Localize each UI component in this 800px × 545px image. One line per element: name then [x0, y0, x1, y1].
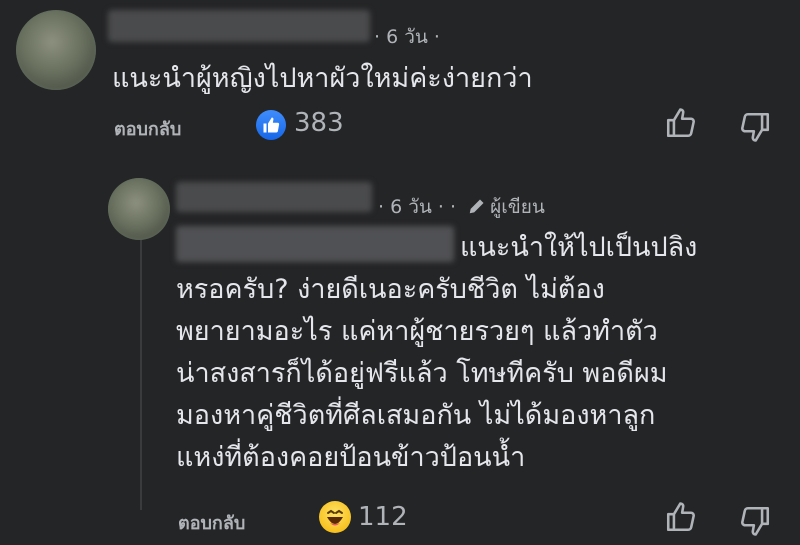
pencil-icon [469, 199, 484, 214]
reaction-count[interactable]: 383 [294, 108, 344, 138]
thumbs-up-icon[interactable] [664, 106, 698, 140]
author-badge: ผู้เขียน [468, 192, 545, 222]
reply-line-1: แนะนำให้ไปเป็นปลิง [176, 226, 776, 269]
comment-text: แนะนำผู้หญิงไปหาผัวใหม่ค่ะง่ายกว่า [112, 63, 533, 94]
reply-button[interactable]: ตอบกลับ [114, 114, 181, 143]
reply-button-2[interactable]: ตอบกลับ [178, 508, 245, 537]
replier-name-redacted[interactable] [176, 182, 372, 212]
reply-time[interactable]: · 6 วัน · · [378, 192, 456, 222]
thread-line [140, 240, 142, 510]
reply-timestamp[interactable]: · 6 วัน · · ผู้เขียน [378, 192, 545, 222]
reply-line-6: แหง่ที่ต้องคอยป้อนข้าวป้อนน้ำ [176, 442, 526, 473]
thumbs-up-icon-2[interactable] [664, 500, 698, 534]
haha-icon [319, 501, 351, 533]
replier-avatar[interactable] [108, 178, 170, 240]
thumbs-down-icon[interactable] [738, 110, 772, 144]
reply-line-2: หรอครับ? ง่ายดีเนอะครับชีวิต ไม่ต้อง [176, 274, 605, 305]
commenter-name-redacted[interactable] [108, 10, 370, 42]
commenter-avatar[interactable] [16, 10, 96, 90]
reply-text: แนะนำให้ไปเป็นปลิง หรอครับ? ง่ายดีเนอะคร… [176, 226, 776, 479]
like-icon [256, 110, 286, 140]
reply-line-5: มองหาคู่ชีวิตที่ศีลเสมอกัน ไม่ได้มองหาลู… [176, 400, 656, 431]
mention-redacted[interactable] [176, 226, 454, 262]
reply-line-1-text: แนะนำให้ไปเป็นปลิง [460, 232, 698, 263]
thumbs-down-icon-2[interactable] [738, 504, 772, 538]
author-label: ผู้เขียน [490, 196, 545, 218]
reply-line-4: น่าสงสารก็ได้อยู่ฟรีแล้ว โทษทีครับ พอดีผ… [176, 358, 668, 389]
reply-line-3: พยายามอะไร แค่หาผู้ชายรวยๆ แล้วทำตัว [176, 316, 658, 347]
comment-timestamp[interactable]: · 6 วัน · [374, 22, 440, 52]
reaction-count-2[interactable]: 112 [358, 502, 408, 532]
